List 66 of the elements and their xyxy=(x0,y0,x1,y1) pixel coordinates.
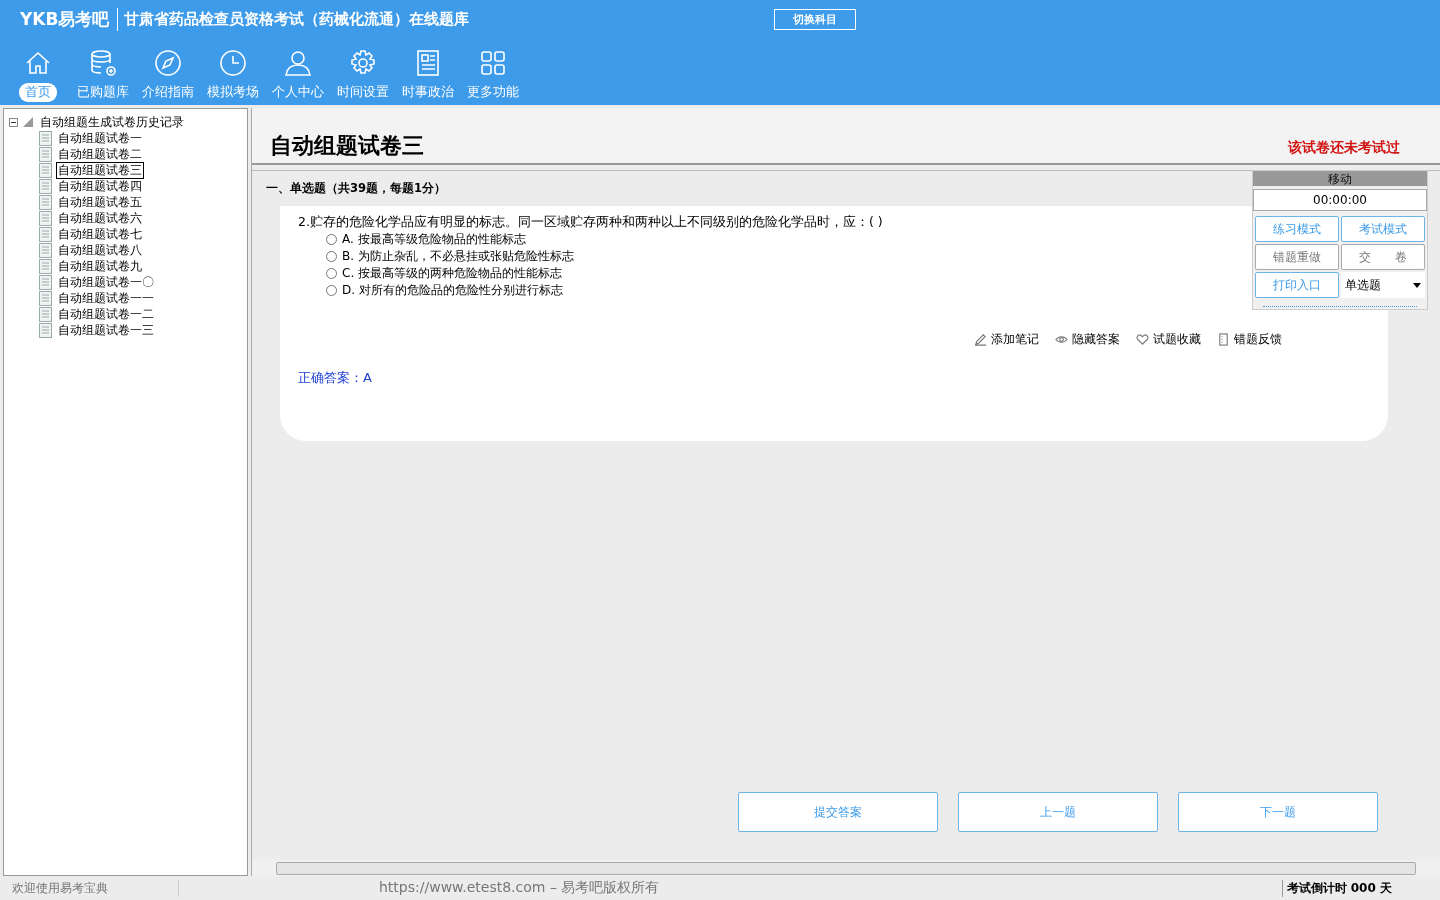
document-icon xyxy=(39,242,52,258)
action-link[interactable]: 添加笔记 xyxy=(974,332,1039,347)
document-icon xyxy=(39,258,52,274)
horizontal-scrollbar[interactable] xyxy=(252,860,1440,876)
mode-button[interactable]: 交 卷 xyxy=(1341,244,1425,270)
tree-item[interactable]: 自动组题试卷一三 xyxy=(56,321,156,339)
collapse-icon[interactable] xyxy=(9,117,18,127)
option-text: D. 对所有的危险品的危险性分别进行标志 xyxy=(342,282,563,299)
welcome-text: 欢迎使用易考宝典 xyxy=(0,879,179,897)
panel-title: 移动 xyxy=(1253,171,1427,186)
copyright-text: https://www.etest8.com – 易考吧版权所有 xyxy=(379,879,660,897)
action-link[interactable]: 错题反馈 xyxy=(1217,332,1282,347)
timer: 00:00:00 xyxy=(1253,189,1427,211)
question-text: 2.贮存的危险化学品应有明显的标志。同一区域贮存两种和两种以上不同级别的危险化学品时，应：( ) xyxy=(298,214,883,231)
radio-button[interactable] xyxy=(326,268,337,279)
tree-item[interactable]: 自动组题试卷八 xyxy=(56,241,144,259)
document-icon xyxy=(39,162,52,178)
tree-item[interactable]: 自动组题试卷三 xyxy=(56,161,144,179)
book-icon xyxy=(1217,333,1230,346)
caret-icon xyxy=(1413,282,1421,288)
compass-icon xyxy=(153,48,183,78)
tree-item[interactable]: 自动组题试卷六 xyxy=(56,209,144,227)
tree-item[interactable]: 自动组题试卷一二 xyxy=(56,305,156,323)
tree-item[interactable]: 自动组题试卷五 xyxy=(56,193,144,211)
document-icon xyxy=(39,274,52,290)
tree-item[interactable]: 自动组题试卷二 xyxy=(56,145,144,163)
clock-icon xyxy=(218,48,248,78)
pencil-icon xyxy=(974,333,987,346)
action-link[interactable]: 隐藏答案 xyxy=(1055,332,1120,347)
document-icon xyxy=(39,322,52,338)
radio-button[interactable] xyxy=(326,285,337,296)
user-icon xyxy=(283,48,313,78)
option-text: B. 为防止杂乱，不必悬挂或张贴危险性标志 xyxy=(342,248,574,265)
document-icon xyxy=(39,210,52,226)
paper-status: 该试卷还未考试过 xyxy=(1288,139,1400,157)
heart-icon xyxy=(1136,333,1149,346)
paper-title: 自动组题试卷三 xyxy=(270,132,424,160)
document-icon xyxy=(39,146,52,162)
document-icon xyxy=(39,290,52,306)
tree-item[interactable]: 自动组题试卷四 xyxy=(56,177,144,195)
document-icon xyxy=(39,306,52,322)
option-text: C. 按最高等级的两种危险物品的性能标志 xyxy=(342,265,562,282)
tree-item[interactable]: 自动组题试卷九 xyxy=(56,257,144,275)
section-heading: 一、单选题（共39题，每题1分） xyxy=(266,181,446,196)
document-icon xyxy=(39,226,52,242)
action-link[interactable]: 试题收藏 xyxy=(1136,332,1201,347)
app-title: 甘肃省药品检查员资格考试（药械化流通）在线题库 xyxy=(123,9,471,29)
countdown-text: 考试倒计时 000 天 xyxy=(1281,879,1392,897)
radio-button[interactable] xyxy=(326,234,337,245)
tree-item[interactable]: 自动组题试卷一一 xyxy=(56,289,156,307)
database-icon xyxy=(88,48,118,78)
tree-item[interactable]: 自动组题生成试卷历史记录 xyxy=(38,113,186,131)
tree-item[interactable]: 自动组题试卷七 xyxy=(56,225,144,243)
document-icon xyxy=(39,194,52,210)
mode-button[interactable]: 错题重做 xyxy=(1255,244,1339,270)
logo: YKB易考吧 xyxy=(20,7,119,31)
eye-icon xyxy=(1055,333,1068,346)
radio-button[interactable] xyxy=(326,251,337,262)
tree-item[interactable]: 自动组题试卷一〇 xyxy=(56,273,156,291)
option-text: A. 按最高等级危险物品的性能标志 xyxy=(342,231,526,248)
correct-answer: 正确答案：A xyxy=(298,369,373,387)
document-icon xyxy=(39,178,52,194)
tree-item[interactable]: 自动组题试卷一 xyxy=(56,129,144,147)
grid-icon xyxy=(478,48,508,78)
type-select[interactable]: 单选题 xyxy=(1341,272,1425,298)
document-icon xyxy=(39,130,52,146)
